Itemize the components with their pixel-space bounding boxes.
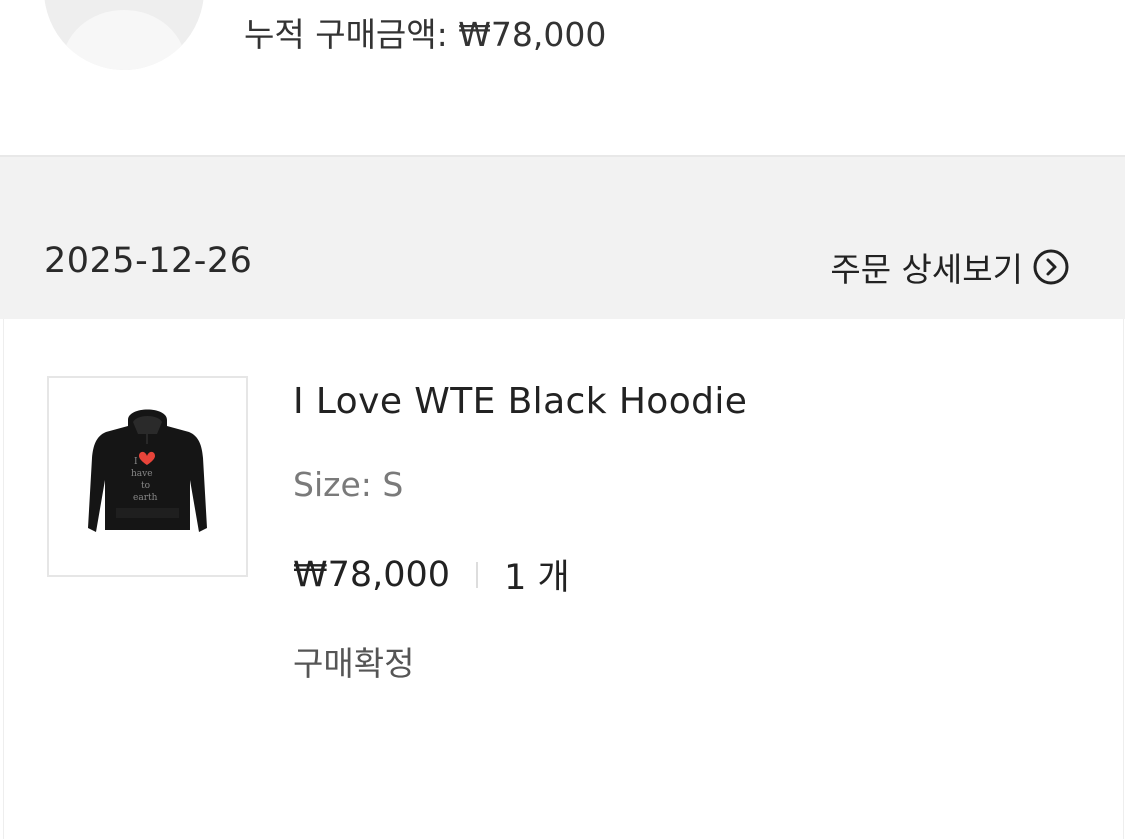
avatar (44, 0, 204, 70)
black-hoodie-image: I have to earth (88, 409, 207, 532)
hoodie-print-word: earth (133, 493, 158, 503)
profile-summary: 누적 구매금액: ₩78,000 (0, 0, 1125, 156)
total-purchase-amount: 누적 구매금액: ₩78,000 (244, 15, 607, 54)
order-detail-label: 주문 상세보기 (830, 250, 1023, 289)
hoodie-print-word: have (131, 469, 153, 479)
product-name[interactable]: I Love WTE Black Hoodie (293, 381, 747, 422)
chevron-right-circle-icon (1033, 249, 1069, 285)
product-quantity: 1 개 (504, 558, 570, 598)
price-quantity-row: ₩78,000 1 개 (293, 549, 570, 600)
order-item-card[interactable]: I have to earth I Love WTE Black Hoodie … (3, 319, 1124, 839)
price-separator (476, 561, 479, 588)
order-detail-link[interactable]: 주문 상세보기 (830, 243, 1069, 291)
order-date: 2025-12-26 (44, 241, 253, 281)
product-option: Size: S (293, 465, 404, 504)
avatar-body-shape (62, 10, 186, 70)
product-price: ₩78,000 (293, 554, 451, 595)
hoodie-print-word: to (141, 481, 150, 491)
order-status: 구매확정 (293, 644, 415, 683)
order-header: 2025-12-26 주문 상세보기 (0, 157, 1125, 319)
product-thumbnail[interactable]: I have to earth (47, 376, 248, 577)
hoodie-print-word: I (134, 457, 138, 467)
